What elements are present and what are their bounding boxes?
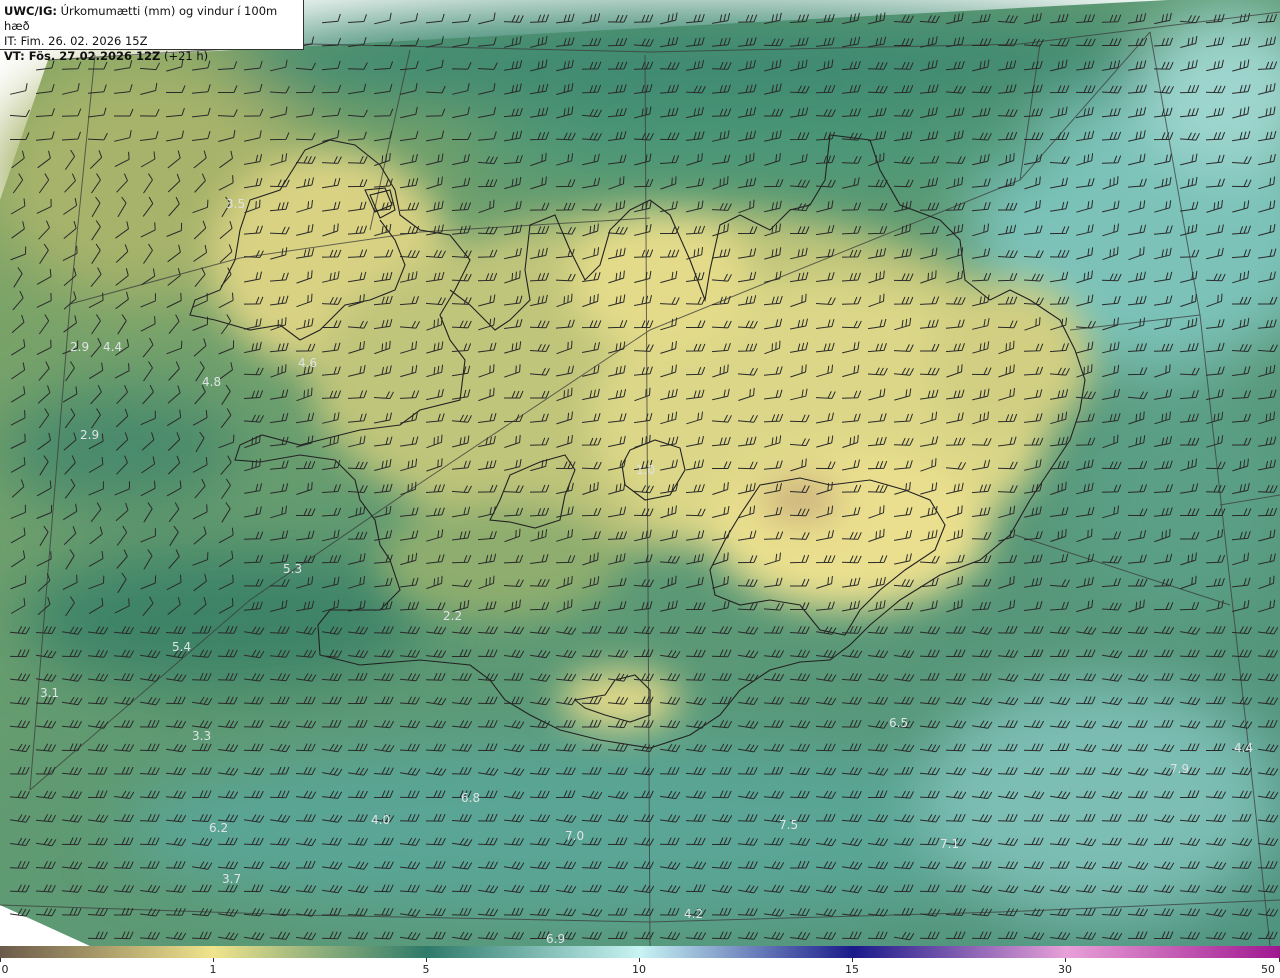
colorbar-tick: 0 xyxy=(1,963,9,976)
title-line: UWC/IG: Úrkomumætti (mm) og vindur í 100… xyxy=(4,4,299,34)
colorbar-tick: 1 xyxy=(209,963,217,976)
colorbar-tick: 50 xyxy=(1261,963,1275,976)
value-label: 4.2 xyxy=(684,907,703,921)
value-label: 2.2 xyxy=(443,609,462,623)
value-label: 2.9 xyxy=(80,428,99,442)
model-label: UWC/IG: xyxy=(4,4,57,18)
colorbar-tick: 10 xyxy=(632,963,646,976)
value-label: 7.1 xyxy=(940,837,959,851)
colorbar-tick: 30 xyxy=(1058,963,1072,976)
map-viewport[interactable]: 3.5 2.9 4.4 4.8 4.6 2.9 5.3 5.4 3.1 3.3 … xyxy=(0,0,1280,978)
value-label: 1.0 xyxy=(636,463,655,477)
value-label: 6.2 xyxy=(209,821,228,835)
forecast-offset: (+21 h) xyxy=(163,49,209,63)
valid-time: VT: Fös. 27.02.2026 12Z xyxy=(4,49,161,63)
valid-time-line: VT: Fös. 27.02.2026 12Z (+21 h) xyxy=(4,49,299,64)
colorbar-strip xyxy=(0,946,1280,958)
value-label: 3.5 xyxy=(226,197,245,211)
map-info-panel: UWC/IG: Úrkomumætti (mm) og vindur í 100… xyxy=(0,0,304,63)
value-label: 3.3 xyxy=(192,729,211,743)
value-label: 4.0 xyxy=(371,813,390,827)
value-label: 7.5 xyxy=(779,818,798,832)
value-label: 7.9 xyxy=(1170,762,1189,776)
value-label: 6.5 xyxy=(889,716,908,730)
value-label: 6.8 xyxy=(461,791,480,805)
colorbar-tick: 15 xyxy=(845,963,859,976)
value-label: 4.6 xyxy=(298,356,317,370)
precipitation-wind-map[interactable]: 3.5 2.9 4.4 4.8 4.6 2.9 5.3 5.4 3.1 3.3 … xyxy=(0,0,1280,946)
value-label: 5.3 xyxy=(283,562,302,576)
init-time: IT: Fim. 26. 02. 2026 15Z xyxy=(4,34,148,48)
value-label: 7.0 xyxy=(565,829,584,843)
value-label: 4.4 xyxy=(103,340,122,354)
value-label: 4.8 xyxy=(202,375,221,389)
value-label: 3.7 xyxy=(222,872,241,886)
value-label: 2.9 xyxy=(70,340,89,354)
value-label: 3.1 xyxy=(40,686,59,700)
value-label: 6.9 xyxy=(546,932,565,946)
colorbar-tick: 5 xyxy=(422,963,430,976)
value-label: 5.4 xyxy=(172,640,191,654)
value-label: 4.4 xyxy=(1234,741,1253,755)
precip-colorbar: 0 1 5 10 15 30 50 xyxy=(0,946,1280,978)
